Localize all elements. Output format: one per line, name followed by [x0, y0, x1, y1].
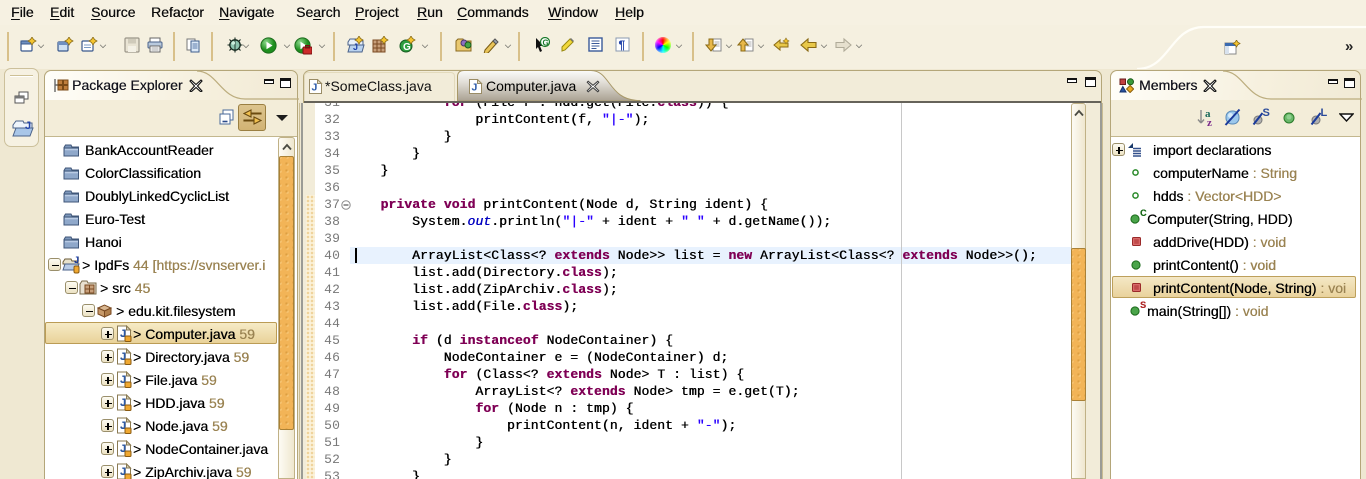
- svg-text:J: J: [74, 256, 79, 265]
- svg-text:S: S: [1263, 107, 1270, 119]
- svg-text:¶: ¶: [619, 38, 626, 52]
- svg-text:G: G: [403, 42, 411, 53]
- svg-text:G: G: [543, 39, 549, 48]
- svg-text:L: L: [1321, 107, 1328, 119]
- svg-text:J: J: [25, 120, 31, 132]
- svg-text:z: z: [1207, 117, 1212, 127]
- svg-text:J: J: [312, 82, 318, 94]
- svg-text:J: J: [353, 42, 358, 52]
- svg-text:J: J: [472, 82, 478, 94]
